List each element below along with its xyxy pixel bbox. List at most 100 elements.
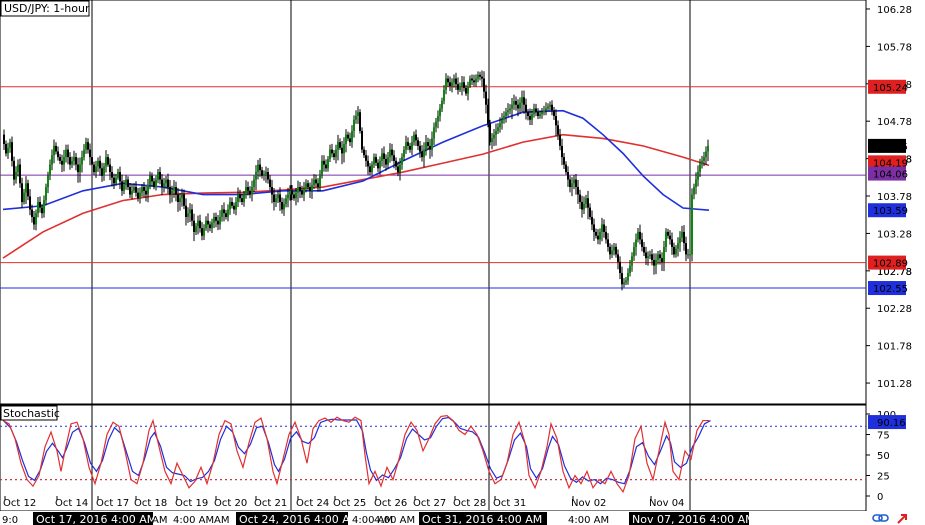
candle-body: [89, 149, 91, 158]
candle-body: [569, 179, 571, 188]
candle-body: [511, 104, 513, 109]
candle-body: [613, 246, 615, 251]
candle-body: [435, 121, 437, 128]
candle-body: [471, 78, 473, 81]
candle-body: [681, 231, 683, 238]
candle-body: [187, 213, 189, 217]
candle-body: [495, 130, 497, 135]
date-label: Oct 21: [254, 498, 287, 509]
candle-body: [11, 142, 13, 161]
candle-body: [349, 138, 351, 143]
candle-body: [691, 194, 693, 255]
candle-body: [323, 160, 325, 165]
candle-body: [683, 231, 685, 244]
candle-body: [359, 112, 361, 131]
candle-body: [431, 138, 433, 150]
candle-body: [291, 190, 293, 195]
candle-body: [279, 194, 281, 202]
stochastic-value: 90.16: [877, 418, 906, 429]
candle-body: [643, 246, 645, 253]
candle-body: [685, 243, 687, 255]
candle-body: [539, 114, 541, 116]
candle-body: [583, 203, 585, 210]
candle-body: [355, 115, 357, 120]
stochastic-axis: 10090.167550250: [866, 410, 906, 503]
candle-body: [603, 224, 605, 232]
candle-body: [213, 216, 215, 223]
candle-body: [397, 166, 399, 173]
candle-body: [437, 115, 439, 122]
candle-body: [499, 123, 501, 128]
candle-body: [579, 194, 581, 202]
candle-body: [531, 114, 533, 120]
candle-body: [501, 119, 503, 124]
candle-body: [331, 149, 333, 154]
candle-body: [553, 110, 555, 116]
footer-fragment: AM: [214, 515, 229, 525]
candle-body: [365, 155, 367, 161]
candle-body: [247, 187, 249, 191]
date-label: Oct 12: [3, 498, 36, 509]
candle-body: [103, 166, 105, 176]
candle-body: [65, 149, 67, 158]
candle-body: [619, 261, 621, 274]
candle-body: [315, 179, 317, 184]
candle-body: [537, 112, 539, 116]
candle-body: [687, 254, 689, 256]
candle-body: [361, 130, 363, 150]
candle-body: [215, 216, 217, 221]
candle-body: [549, 104, 551, 107]
candle-body: [551, 104, 553, 111]
candle-body: [363, 149, 365, 156]
candle-body: [143, 187, 145, 191]
candle-body: [615, 246, 617, 255]
price-tick-label: 104.78: [877, 117, 912, 128]
candle-body: [373, 157, 375, 165]
candle-body: [399, 164, 401, 173]
candle-body: [129, 187, 131, 195]
candle-body: [85, 142, 87, 150]
price-tick-label: 103.78: [877, 192, 912, 203]
candle-body: [455, 78, 457, 85]
candle-body: [637, 231, 639, 240]
candle-body: [29, 196, 31, 210]
candle-body: [465, 87, 467, 94]
candle-body: [611, 250, 613, 255]
candle-body: [425, 142, 427, 150]
candle-body: [61, 160, 63, 165]
candle-body: [563, 157, 565, 165]
candle-body: [527, 112, 529, 116]
candle-body: [367, 160, 369, 167]
footer-fragment: 4:00 AM: [352, 515, 393, 525]
candle-body: [383, 153, 385, 159]
candle-body: [509, 108, 511, 111]
candle-body: [99, 160, 101, 169]
candle-body: [139, 192, 141, 199]
candle-body: [581, 202, 583, 210]
candle-body: [707, 145, 709, 152]
candle-body: [695, 179, 697, 188]
candle-body: [647, 256, 649, 259]
candle-body: [339, 142, 341, 148]
candle-body: [371, 164, 373, 173]
candle-body: [497, 127, 499, 131]
candle-body: [185, 205, 187, 217]
candle-body: [91, 157, 93, 165]
candle-body: [33, 216, 35, 225]
date-label: Oct 26: [374, 498, 407, 509]
candle-body: [235, 202, 237, 210]
candle-body: [109, 164, 111, 173]
date-label: Oct 19: [175, 498, 208, 509]
candle-body: [13, 160, 15, 180]
candle-body: [633, 246, 635, 257]
candle-body: [265, 172, 267, 174]
candle-body: [175, 187, 177, 195]
candle-body: [167, 179, 169, 188]
candle-body: [571, 183, 573, 188]
candle-body: [387, 157, 389, 165]
candle-body: [243, 194, 245, 202]
candle-body: [145, 190, 147, 195]
chart-canvas: 106.28105.78105.28104.78104.28103.78103.…: [0, 0, 925, 525]
candle-body: [557, 125, 559, 135]
candle-body: [227, 209, 229, 217]
